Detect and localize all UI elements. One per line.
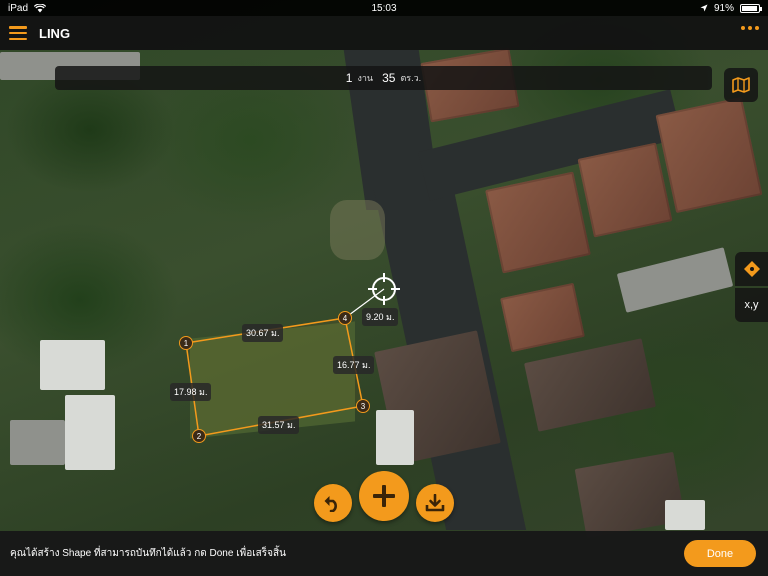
device-label: iPad	[8, 2, 29, 14]
download-icon	[425, 494, 445, 512]
edge-length-label: 16.77 ม.	[333, 356, 375, 374]
battery-icon	[740, 3, 762, 13]
edge-length-label: 30.67 ม.	[242, 324, 284, 342]
undo-button[interactable]	[314, 484, 352, 522]
cursor-distance-label: 9.20 ม.	[362, 308, 399, 326]
battery-fill	[742, 5, 757, 11]
save-button[interactable]	[416, 484, 454, 522]
vertex-4[interactable]: 4	[338, 311, 352, 325]
add-point-button[interactable]	[359, 471, 409, 521]
bottom-bar: คุณได้สร้าง Shape ที่สามารถบันทึกได้แล้ว…	[0, 531, 768, 576]
map-icon	[732, 77, 750, 93]
wifi-icon	[34, 3, 47, 12]
clock: 15:03	[371, 2, 397, 14]
area-wah-unit: ตร.ว.	[400, 73, 422, 83]
done-button[interactable]: Done	[684, 540, 756, 567]
area-display: 1 งาน 35 ตร.ว.	[55, 66, 712, 90]
diamond-point-icon	[743, 261, 760, 277]
nav-bar: LING	[0, 16, 768, 50]
area-ngan-value: 1	[345, 71, 353, 85]
vertex-3[interactable]: 3	[356, 399, 370, 413]
edge-length-label: 17.98 ม.	[170, 383, 212, 401]
battery-percent: 91%	[713, 2, 734, 14]
edge-length-label: 31.57 ม.	[258, 416, 300, 434]
hamburger-icon[interactable]	[9, 26, 27, 40]
vertex-2[interactable]: 2	[192, 429, 206, 443]
plus-icon	[373, 485, 395, 507]
add-point-tool-button[interactable]	[735, 252, 768, 286]
hint-text: คุณได้สร้าง Shape ที่สามารถบันทึกได้แล้ว…	[10, 548, 286, 559]
xy-coordinate-button[interactable]: x,y	[735, 288, 768, 322]
area-wah-value: 35	[382, 71, 396, 85]
undo-icon	[324, 496, 337, 512]
status-bar: iPad 15:03 91%	[0, 0, 768, 16]
map-type-button[interactable]	[724, 68, 758, 102]
more-dots-icon[interactable]	[741, 26, 759, 30]
vertex-1[interactable]: 1	[179, 336, 193, 350]
location-arrow-icon	[700, 4, 708, 12]
area-ngan-unit: งาน	[357, 73, 374, 83]
app-title: LING	[39, 25, 71, 41]
